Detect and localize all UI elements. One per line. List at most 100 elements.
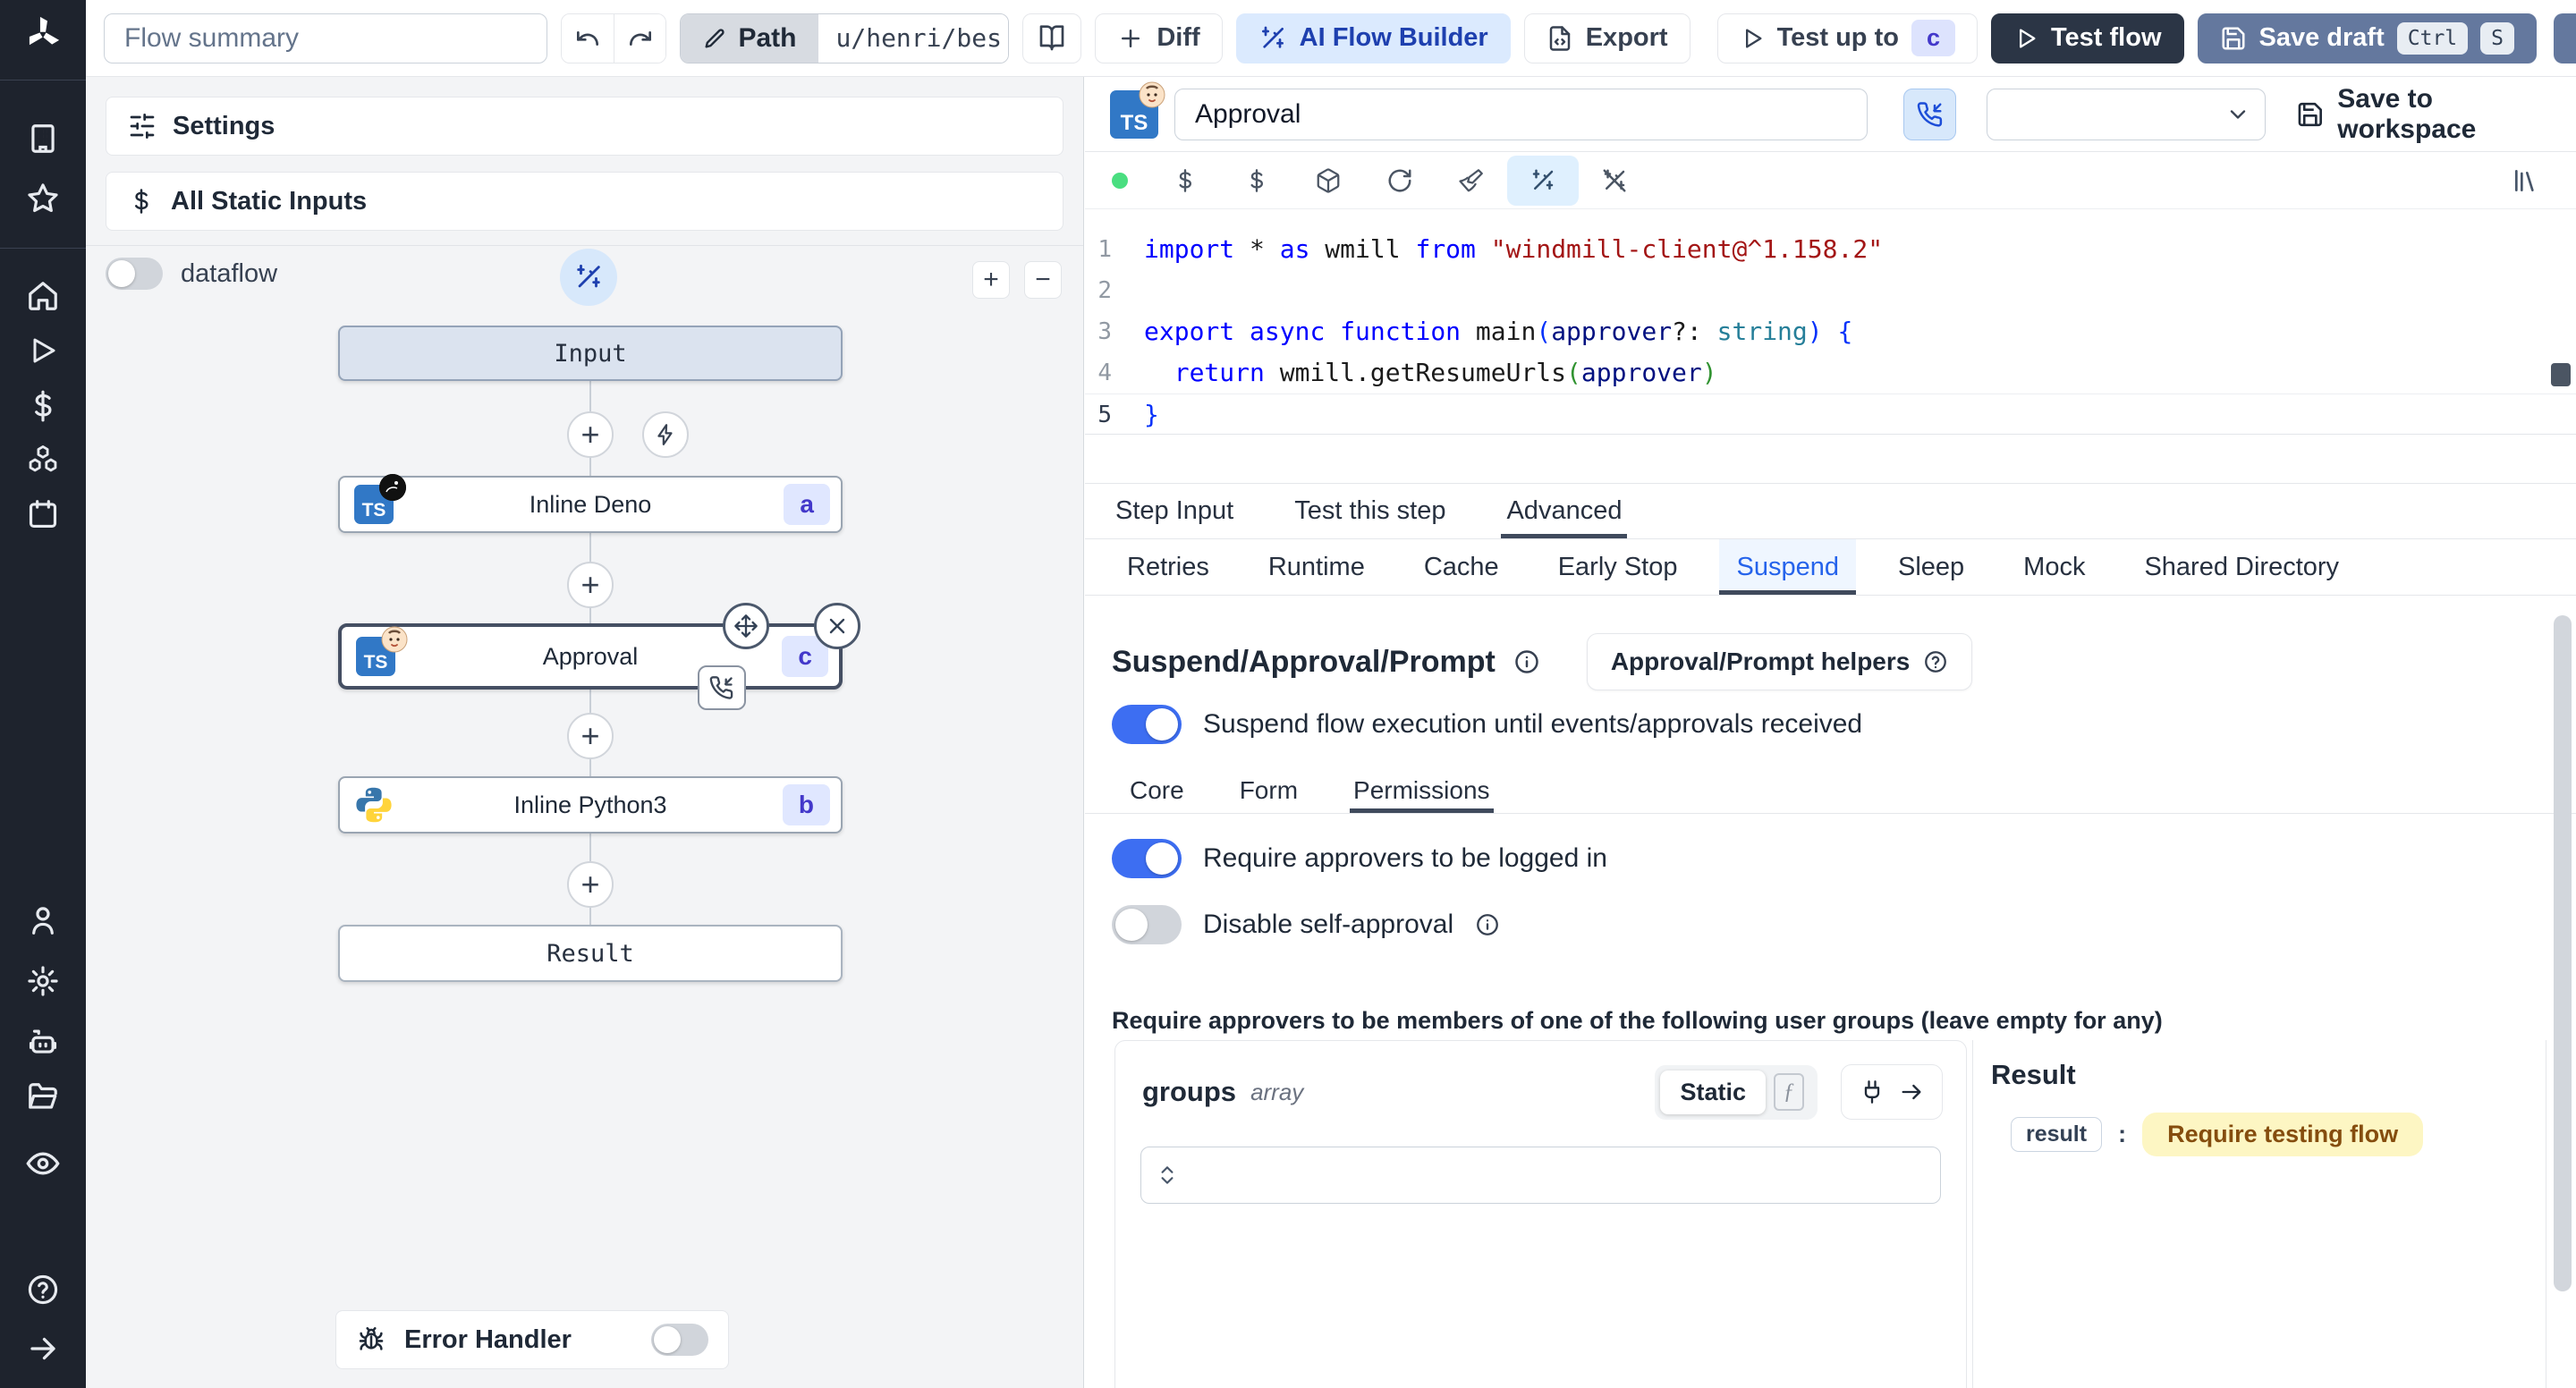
tab-step-input[interactable]: Step Input [1110,484,1239,538]
line-number: 1 [1097,236,1112,263]
language-select[interactable] [1987,88,2266,140]
result-colon: : [2118,1121,2127,1147]
error-handler-row[interactable]: Error Handler [335,1310,729,1369]
insert-step-button[interactable]: + [567,562,614,608]
code-editor[interactable]: 1 import * as wmill from "windmill-client… [1085,209,2576,484]
help-icon[interactable] [26,1273,60,1307]
ai-assistant-wand-button[interactable] [1507,155,1579,206]
subtab-mock[interactable]: Mock [2006,539,2102,595]
workspace-building-icon[interactable] [26,122,60,156]
close-icon [829,618,845,634]
format-brush-button[interactable] [1436,156,1507,206]
panel-scrollbar-thumb[interactable] [2554,615,2572,1291]
folders-icon[interactable] [26,1080,60,1114]
insert-branch-lightning-button[interactable] [642,411,689,458]
flow-node-inline-deno[interactable]: TS Inline Deno a [338,474,843,533]
subtab-sleep[interactable]: Sleep [1881,539,1981,595]
subtab-early-stop[interactable]: Early Stop [1541,539,1695,595]
collapse-arrow-right-icon[interactable] [27,1333,59,1365]
insert-step-button[interactable]: + [567,411,614,458]
code-line-5[interactable]: 5} [1085,394,2576,435]
subtab-shared-directory[interactable]: Shared Directory [2127,539,2356,595]
diff-button[interactable]: Diff [1095,13,1223,63]
move-icon [734,614,758,638]
library-icon[interactable] [2512,166,2540,195]
baby-emoji-icon [1139,81,1165,108]
tab-advanced[interactable]: Advanced [1501,484,1628,538]
approval-phone-badge[interactable] [698,665,746,710]
code-line-3[interactable]: 3 export async function main(approver?: s… [1085,311,2576,352]
flow-node-inline-python[interactable]: Inline Python3 b [338,776,843,834]
dataflow-toggle-row: dataflow [106,258,277,290]
suspend-flow-toggle[interactable] [1112,705,1182,744]
users-person-icon[interactable] [26,903,60,937]
insert-step-button[interactable]: + [567,861,614,908]
approval-prompt-helpers-button[interactable]: Approval/Prompt helpers [1586,633,1973,690]
groups-mode-function[interactable]: ƒ [1766,1073,1812,1111]
audit-eye-icon[interactable] [25,1146,61,1181]
groups-connect-button[interactable] [1841,1064,1943,1120]
flow-node-result[interactable]: Result [338,925,843,982]
result-key-pill[interactable]: result [2011,1117,2103,1152]
settings-gear-icon[interactable] [26,964,60,998]
undo-button[interactable] [562,13,614,63]
zoom-out-button[interactable]: − [1024,261,1062,299]
step-name-input[interactable] [1174,88,1868,140]
insert-step-button[interactable]: + [567,713,614,759]
test-flow-button[interactable]: Test flow [1990,13,2184,63]
sectiontab-form[interactable]: Form [1236,767,1301,813]
zoom-in-button[interactable]: + [972,261,1010,299]
add-resource-dollar-button[interactable] [1221,156,1292,206]
groups-mode-static[interactable]: Static [1660,1070,1766,1114]
divider [1972,1040,1973,1388]
home-icon[interactable] [26,279,60,313]
code-line-4[interactable]: 4 return wmill.getResumeUrls(approver) [1085,352,2576,394]
flow-settings-button[interactable]: Settings [106,97,1063,156]
subtab-runtime[interactable]: Runtime [1251,539,1382,595]
flow-summary-input[interactable] [104,13,548,63]
workers-robot-icon[interactable] [26,1025,60,1059]
reload-button[interactable] [1364,156,1436,206]
windmill-logo-icon[interactable] [22,13,64,55]
docs-book-button[interactable] [1022,13,1082,63]
save-to-workspace-button[interactable]: Save to workspace [2296,84,2576,145]
redo-button[interactable] [614,13,666,63]
schedules-calendar-icon[interactable] [26,497,60,531]
subtab-retries[interactable]: Retries [1110,539,1226,595]
export-button[interactable]: Export [1523,13,1690,63]
sectiontab-core[interactable]: Core [1126,767,1188,813]
step-header: TS Save to workspace [1085,77,2576,152]
subtab-cache[interactable]: Cache [1407,539,1516,595]
resources-cubes-icon[interactable] [26,443,60,477]
tab-test-this-step[interactable]: Test this step [1289,484,1451,538]
flow-node-input[interactable]: Input [338,326,843,381]
add-variable-dollar-button[interactable] [1149,156,1221,206]
result-title: Result [1991,1059,2076,1090]
variables-dollar-icon[interactable] [26,389,60,423]
ai-flow-builder-button[interactable]: AI Flow Builder [1235,13,1511,63]
sectiontab-permissions[interactable]: Permissions [1350,767,1495,813]
all-static-inputs-button[interactable]: All Static Inputs [106,172,1063,231]
suspend-phone-button[interactable] [1903,88,1957,140]
ai-wand-off-button[interactable] [1579,156,1650,206]
runs-play-icon[interactable] [27,334,59,367]
favorites-star-icon[interactable] [26,182,60,216]
editor-scrollbar-thumb[interactable] [2551,363,2571,386]
package-button[interactable] [1292,156,1364,206]
delete-node-button[interactable] [814,603,860,649]
path-button[interactable]: Path u/henri/bes [680,13,1010,63]
groups-value-input[interactable] [1140,1147,1941,1204]
code-line-2[interactable]: 2 [1085,270,2576,311]
move-node-button[interactable] [723,603,769,649]
require-login-toggle[interactable] [1112,839,1182,878]
ai-graph-wand-button[interactable] [560,249,617,306]
test-up-to-button[interactable]: Test up to c [1716,13,1978,63]
save-draft-button[interactable]: Save draft Ctrl S [2197,13,2537,63]
dataflow-toggle[interactable] [106,258,163,290]
deploy-button-partial[interactable] [2554,13,2576,63]
error-handler-toggle[interactable] [651,1324,708,1356]
code-line-1[interactable]: 1 import * as wmill from "windmill-client… [1085,229,2576,270]
disable-self-approval-toggle[interactable] [1112,905,1182,944]
subtab-suspend[interactable]: Suspend [1719,539,1856,595]
advanced-tabs: Retries Runtime Cache Early Stop Suspend Slee… [1085,539,2576,596]
